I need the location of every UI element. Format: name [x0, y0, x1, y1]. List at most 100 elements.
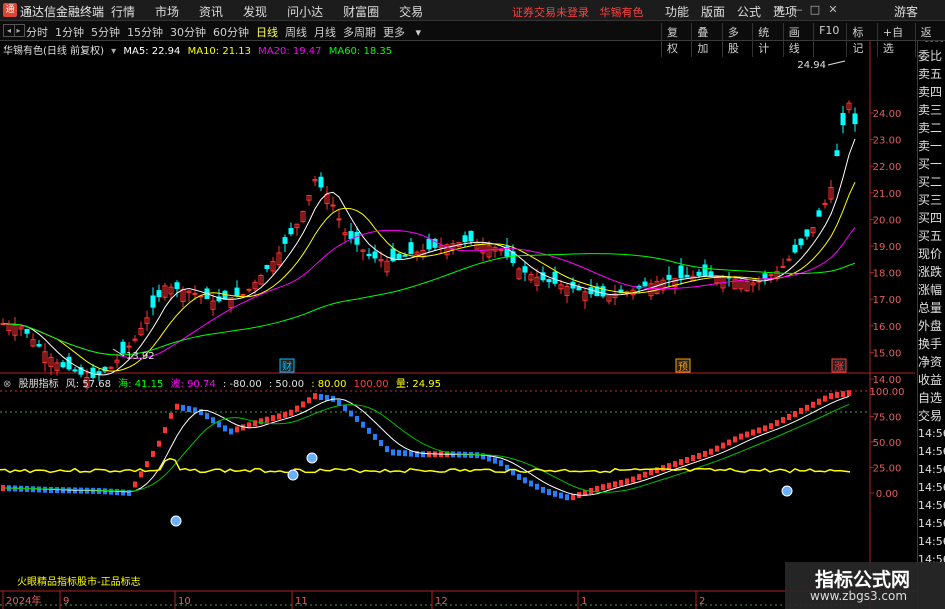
indicator-block	[721, 442, 725, 449]
kline-candle	[72, 369, 78, 372]
menu-quotes[interactable]: 行情	[111, 3, 135, 20]
quote-fields-list: 委比 卖五 卖四 卖三 卖二 卖一 买一 买二 买三 买四 买五 现价 涨跌 涨幅 总量 外盘 换手 净资 收益 自选…	[918, 41, 945, 569]
kline-candle	[462, 235, 468, 243]
main-legend: 华锡有色(日线 前复权) ▾ MA5: 22.94 MA10: 21.13 MA…	[3, 42, 396, 57]
indicator-block	[595, 485, 599, 492]
period-30min[interactable]: 30分钟	[170, 24, 206, 40]
quote-field-item: 外盘	[918, 319, 943, 333]
sub-name[interactable]: 股朋指标	[19, 379, 59, 390]
login-status-text: 证券交易未登录	[512, 6, 589, 19]
period-weekly[interactable]: 周线	[285, 24, 307, 40]
menu-layout[interactable]: 版面	[701, 3, 725, 20]
date-tick-label: 1	[581, 596, 587, 607]
indicator-block	[313, 393, 317, 400]
kline-candle	[768, 274, 774, 277]
indicator-block	[673, 461, 677, 468]
quote-field-item: 买二	[918, 175, 943, 189]
period-60min[interactable]: 60分钟	[213, 24, 249, 40]
watermark-banner: 指标公式网 www.zbgs3.com	[785, 562, 945, 609]
ma5-line	[2, 138, 856, 376]
panel-top-number: 1000	[924, 41, 944, 44]
indicator-block	[703, 450, 707, 457]
legend-ma10: MA10: 21.13	[187, 46, 251, 57]
indicator-block	[121, 489, 125, 496]
indicator-block	[157, 440, 161, 447]
login-status[interactable]: 证券交易未登录 华锡有色	[512, 4, 644, 20]
kline-candle	[354, 231, 360, 245]
trade-time-item: 14:56	[918, 463, 945, 476]
kline-candle	[840, 112, 846, 126]
kline-chart-svg[interactable]: 24.0023.0022.0021.0020.0019.0018.0017.00…	[0, 41, 915, 609]
indicator-block	[547, 489, 551, 496]
period-more-label: 更多	[383, 26, 405, 39]
sub-settings-icon[interactable]: ⊗	[3, 379, 11, 390]
indicator-block	[517, 473, 521, 480]
skin-icon[interactable]: ✉	[770, 3, 788, 16]
quote-field-item[interactable]: 交易	[918, 407, 945, 425]
quote-field-item: 净资	[918, 355, 943, 369]
indicator-block	[307, 397, 311, 404]
indicator-block	[43, 486, 47, 493]
kline-candle	[576, 286, 582, 291]
period-more[interactable]: 更多 ▾	[383, 24, 421, 40]
period-intraday[interactable]: 分时	[26, 24, 48, 40]
indicator-block	[283, 411, 287, 418]
kline-candle	[798, 238, 804, 246]
sub-feng: 风: 57.68	[65, 379, 111, 390]
indicator-block	[769, 423, 773, 430]
sub-hai: 海: 41.15	[118, 379, 164, 390]
maximize-icon[interactable]: □	[806, 3, 824, 16]
period-5min[interactable]: 5分钟	[91, 24, 120, 40]
quote-field-item: 卖三	[918, 103, 943, 117]
menu-wealth[interactable]: 财富圈	[343, 3, 379, 20]
close-icon[interactable]: ✕	[824, 3, 842, 16]
date-tick-label: 9	[63, 596, 69, 607]
menu-assistant[interactable]: 问小达	[287, 3, 323, 20]
price-tick-label: 21.00	[873, 189, 902, 200]
legend-dropdown-icon[interactable]: ▾	[111, 46, 116, 57]
kline-candle	[708, 271, 714, 277]
menu-formula[interactable]: 公式	[737, 3, 761, 20]
period-daily[interactable]: 日线	[256, 24, 278, 40]
period-1min[interactable]: 1分钟	[55, 24, 84, 40]
indicator-block	[553, 490, 557, 497]
menu-discover[interactable]: 发现	[243, 3, 267, 20]
sub-l4: 100.00	[353, 379, 389, 390]
sub-tick-label: 0.00	[876, 489, 898, 500]
indicator-block	[829, 392, 833, 399]
indicator-block	[295, 405, 299, 412]
indicator-block	[367, 427, 371, 434]
quote-field-item: 买三	[918, 193, 943, 207]
indicator-block	[337, 399, 341, 406]
menu-function[interactable]: 功能	[665, 3, 689, 20]
main-menu: 行情 市场 资讯 发现 问小达 财富圈 交易	[111, 3, 443, 20]
period-multi[interactable]: 多周期	[343, 24, 376, 40]
kline-candle	[468, 230, 474, 242]
signal-text: 火眼精品指标股市-正品标志	[17, 575, 141, 588]
kline-candle	[426, 238, 432, 250]
menu-trade[interactable]: 交易	[399, 3, 423, 20]
indicator-block	[343, 405, 347, 412]
kline-candle	[816, 210, 822, 217]
indicator-block	[31, 486, 35, 493]
menu-news[interactable]: 资讯	[199, 3, 223, 20]
indicator-block	[385, 446, 389, 453]
indicator-block	[601, 484, 605, 491]
indicator-block	[727, 439, 731, 446]
menu-market[interactable]: 市场	[155, 3, 179, 20]
kline-candle	[642, 281, 648, 287]
kline-chart-area[interactable]: 24.00 23.00 22.00 21.00 20.00 19.00 18.00 17.00…	[0, 41, 915, 609]
quote-field-item[interactable]: 自选	[918, 389, 945, 407]
forward-arrow-icon[interactable]: ▸	[13, 24, 25, 37]
guest-label[interactable]: 游客	[894, 3, 918, 20]
kline-candle	[174, 282, 180, 289]
period-monthly[interactable]: 月线	[314, 24, 336, 40]
legend-ma60: MA60: 18.35	[328, 46, 393, 57]
kline-candle	[282, 237, 288, 244]
period-15min[interactable]: 15分钟	[127, 24, 163, 40]
sub-l2: : 50.00	[268, 379, 305, 390]
quote-field-item: 总量	[918, 301, 943, 315]
indicator-block	[643, 471, 647, 478]
minimize-icon[interactable]: —	[788, 3, 806, 16]
indicator-block	[811, 401, 815, 408]
